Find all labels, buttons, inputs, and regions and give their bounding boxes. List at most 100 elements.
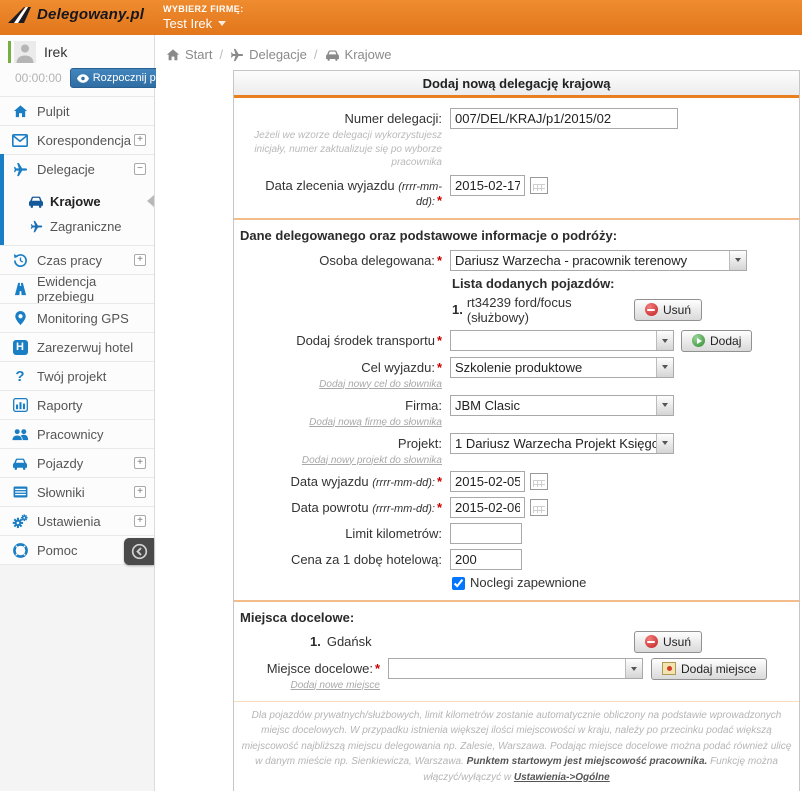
expand-icon[interactable]: + — [134, 515, 146, 527]
home-icon — [8, 104, 32, 119]
expand-icon[interactable]: + — [134, 134, 146, 146]
osoba-label: Osoba delegowana: — [319, 253, 435, 268]
firma-select[interactable]: JBM Clasic — [450, 395, 674, 416]
delegation-form: Dodaj nową delegację krajową Numer deleg… — [233, 70, 800, 791]
road-icon — [8, 282, 32, 296]
sidebar-collapse-button[interactable] — [124, 538, 154, 565]
transport-label: Dodaj środek transportu — [296, 333, 435, 348]
cena-hotel-label: Cena za 1 dobę hotelową: — [291, 552, 442, 567]
sidebar-item-korespondencja[interactable]: Korespondencja + — [0, 125, 154, 154]
dodaj-projekt-link[interactable]: Dodaj nowy projekt do słownika — [302, 455, 442, 466]
transport-select[interactable] — [450, 330, 674, 351]
usun-miejsce-button[interactable]: Usuń — [634, 631, 702, 653]
road-icon — [8, 7, 34, 23]
sidebar-item-pracownicy[interactable]: Pracownicy — [0, 419, 154, 448]
miejsce-item: Gdańsk — [327, 634, 372, 649]
car-icon — [325, 49, 340, 61]
main-content: Start / Delegacje / Krajowe Dodaj nową d… — [156, 35, 802, 791]
gears-icon — [8, 514, 32, 529]
section-miejsca-title: Miejsca docelowe: — [240, 607, 793, 627]
sidebar-item-slowniki[interactable]: Słowniki + — [0, 477, 154, 506]
work-timer: 00:00:00 — [15, 71, 62, 85]
list-icon — [8, 486, 32, 498]
sidebar-item-delegacje[interactable]: Delegacje − — [4, 154, 154, 183]
map-marker-icon — [8, 311, 32, 325]
home-icon — [166, 48, 180, 62]
plane-icon — [230, 48, 244, 62]
sidebar-item-twoj-projekt[interactable]: ? Twój projekt — [0, 361, 154, 390]
life-ring-icon — [8, 543, 32, 558]
limit-km-input[interactable] — [450, 523, 522, 544]
users-icon — [8, 428, 32, 441]
data-wyjazdu-input[interactable] — [450, 471, 525, 492]
topbar: Delegowany.pl WYBIERZ FIRMĘ: Test Irek — [0, 0, 802, 35]
sidebar-item-pulpit[interactable]: Pulpit — [0, 96, 154, 125]
remove-icon — [645, 303, 658, 316]
miejsce-select[interactable] — [388, 658, 643, 679]
section-dane-title: Dane delegowanego oraz podstawowe inform… — [240, 225, 793, 245]
car-icon — [8, 457, 32, 470]
sidebar-item-krajowe[interactable]: Krajowe — [4, 189, 154, 214]
sidebar-item-zarezerwuj-hotel[interactable]: H Zarezerwuj hotel — [0, 332, 154, 361]
bar-chart-icon — [8, 398, 32, 412]
cena-hotel-input[interactable] — [450, 549, 522, 570]
user-block[interactable]: Irek — [8, 41, 146, 66]
ustawienia-ogolne-link[interactable]: Ustawienia->Ogólne — [514, 772, 610, 783]
eye-icon — [77, 74, 89, 83]
plane-icon — [8, 162, 32, 177]
pojazd-item: rt34239 ford/focus (służbowy) — [467, 295, 634, 325]
form-title: Dodaj nową delegację krajową — [234, 71, 799, 98]
calendar-icon[interactable] — [530, 499, 548, 516]
sidebar-item-ustawienia[interactable]: Ustawienia + — [0, 506, 154, 535]
sidebar-item-ewidencja-przebiegu[interactable]: Ewidencja przebiegu — [0, 274, 154, 303]
sidebar-item-raporty[interactable]: Raporty — [0, 390, 154, 419]
chevron-down-icon — [729, 251, 746, 270]
user-name: Irek — [44, 44, 67, 60]
hotel-icon: H — [8, 340, 32, 355]
miejsce-label: Miejsce docelowe: — [267, 661, 373, 676]
breadcrumb-delegacje[interactable]: Delegacje — [230, 47, 307, 62]
sidebar-item-monitoring-gps[interactable]: Monitoring GPS — [0, 303, 154, 332]
arrow-left-circle-icon — [131, 543, 148, 560]
app-logo[interactable]: Delegowany.pl — [8, 6, 144, 23]
calendar-icon[interactable] — [530, 473, 548, 490]
chevron-down-icon — [656, 358, 673, 377]
sidebar: Irek 00:00:00 Rozpocznij pracę Pulpit — [0, 35, 155, 791]
expand-icon[interactable]: + — [134, 254, 146, 266]
dodaj-transport-button[interactable]: Dodaj — [681, 330, 752, 352]
sidebar-group-delegacje: Delegacje − Krajowe Zagraniczne — [0, 154, 154, 245]
projekt-select[interactable]: 1 Dariusz Warzecha Projekt Księgowość 14… — [450, 433, 674, 454]
data-zlecenia-label: Data zlecenia wyjazdu — [265, 178, 394, 193]
history-clock-icon — [8, 253, 32, 268]
dodaj-miejsce-button[interactable]: Dodaj miejsce — [651, 658, 767, 680]
expand-icon[interactable]: + — [134, 486, 146, 498]
breadcrumb-krajowe[interactable]: Krajowe — [325, 47, 392, 62]
cel-select[interactable]: Szkolenie produktowe — [450, 357, 674, 378]
expand-icon[interactable]: + — [134, 457, 146, 469]
collapse-icon[interactable]: − — [134, 163, 146, 175]
numer-delegacji-help: Jeżeli we wzorze delegacji wykorzystujes… — [240, 129, 442, 170]
remove-icon — [645, 635, 658, 648]
numer-delegacji-label: Numer delegacji: — [344, 111, 442, 126]
usun-pojazd-button[interactable]: Usuń — [634, 299, 702, 321]
data-powrotu-input[interactable] — [450, 497, 525, 518]
numer-delegacji-input[interactable] — [450, 108, 678, 129]
noclegi-label: Noclegi zapewnione — [470, 575, 586, 590]
sidebar-item-czas-pracy[interactable]: Czas pracy + — [0, 245, 154, 274]
dodaj-miejsce-link[interactable]: Dodaj nowe miejsce — [291, 680, 381, 691]
company-selector[interactable]: WYBIERZ FIRMĘ: Test Irek — [163, 4, 244, 31]
data-zlecenia-input[interactable] — [450, 175, 525, 196]
calendar-icon[interactable] — [530, 177, 548, 194]
cel-label: Cel wyjazdu: — [361, 360, 435, 375]
map-icon — [662, 662, 676, 675]
dodaj-cel-link[interactable]: Dodaj nowy cel do słownika — [319, 379, 442, 390]
breadcrumb-start[interactable]: Start — [166, 47, 212, 62]
osoba-select[interactable]: Dariusz Warzecha - pracownik terenowy — [450, 250, 747, 271]
limit-note: Dla pojazdów prywatnych/służbowych, limi… — [234, 702, 799, 791]
chevron-down-icon — [625, 659, 642, 678]
sidebar-item-zagraniczne[interactable]: Zagraniczne — [4, 214, 154, 239]
noclegi-checkbox[interactable] — [452, 577, 465, 590]
sidebar-item-pojazdy[interactable]: Pojazdy + — [0, 448, 154, 477]
breadcrumb: Start / Delegacje / Krajowe — [156, 35, 802, 70]
dodaj-firma-link[interactable]: Dodaj nową firmę do słownika — [309, 417, 442, 428]
